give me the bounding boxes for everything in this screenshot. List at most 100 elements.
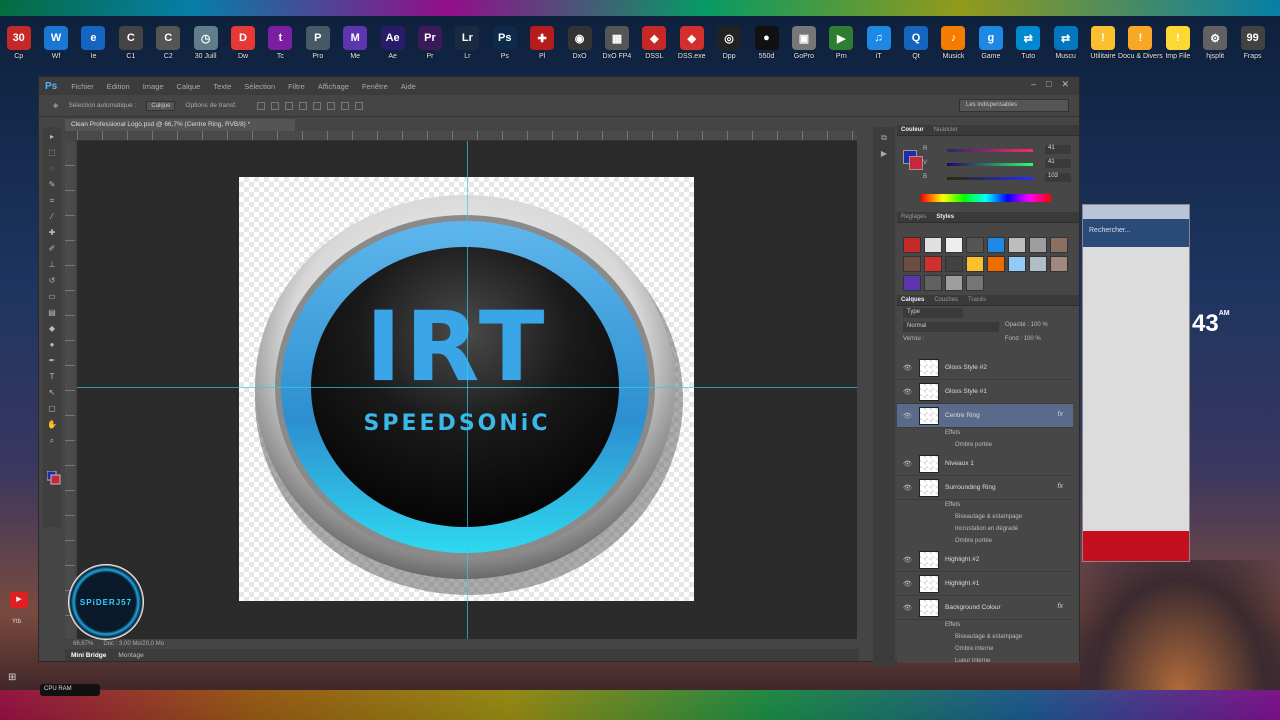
- style-swatch[interactable]: [924, 256, 942, 272]
- move-tool[interactable]: ▸: [45, 131, 59, 143]
- desktop-icon[interactable]: ⇄ Tuto: [1010, 26, 1047, 78]
- desktop-icon[interactable]: ◷ 30 Juill: [187, 26, 224, 78]
- desktop-icon[interactable]: ! Docu & Divers: [1118, 26, 1163, 78]
- tab-montage[interactable]: Montage: [118, 652, 143, 659]
- tab-reglages[interactable]: Réglages: [901, 214, 926, 220]
- tab-mini-bridge[interactable]: Mini Bridge: [71, 652, 106, 659]
- horizontal-ruler[interactable]: [77, 131, 857, 141]
- minimize-icon[interactable]: –: [1031, 79, 1036, 90]
- background-color-swatch[interactable]: [909, 156, 923, 170]
- lock-control[interactable]: Verrou :: [903, 336, 924, 342]
- blur-tool[interactable]: ◆: [45, 323, 59, 335]
- layer-effect-item[interactable]: Biseautage & estampage: [897, 512, 1073, 524]
- style-swatch[interactable]: [945, 237, 963, 253]
- layer-row[interactable]: 👁 Gloss Style #1: [897, 380, 1073, 404]
- style-swatch[interactable]: [966, 237, 984, 253]
- menu-fenetre[interactable]: Fenêtre: [362, 82, 388, 91]
- eyedropper-tool[interactable]: ⁄: [45, 211, 59, 223]
- style-swatch[interactable]: [1029, 256, 1047, 272]
- desktop-icon[interactable]: g Game: [972, 26, 1009, 78]
- style-swatch[interactable]: [1008, 256, 1026, 272]
- channel-value[interactable]: 41: [1045, 159, 1071, 168]
- red-track[interactable]: [947, 149, 1033, 152]
- dodge-tool[interactable]: ●: [45, 339, 59, 351]
- document-tab[interactable]: Clean Professional Logo.psd @ 66,7% (Cen…: [65, 119, 295, 131]
- tab-couches[interactable]: Couches: [934, 297, 958, 303]
- style-swatch[interactable]: [1050, 256, 1068, 272]
- menu-aide[interactable]: Aide: [401, 82, 416, 91]
- slider-blue[interactable]: B 103: [923, 173, 1073, 184]
- desktop-icon[interactable]: Q Qt: [897, 26, 934, 78]
- marquee-tool[interactable]: ⬚: [45, 147, 59, 159]
- zoom-tool[interactable]: ⌕: [45, 435, 59, 447]
- desktop-icon[interactable]: ♪ Musick: [935, 26, 972, 78]
- type-tool[interactable]: T: [45, 371, 59, 383]
- tab-calques[interactable]: Calques: [901, 297, 924, 303]
- pen-tool[interactable]: ✒: [45, 355, 59, 367]
- desktop-icon[interactable]: ● 550d: [748, 26, 785, 78]
- foreground-background-colors[interactable]: [46, 470, 61, 485]
- vertical-ruler[interactable]: [65, 141, 75, 641]
- layer-effect-item[interactable]: Ombre portée: [897, 440, 1073, 452]
- brush-tool[interactable]: ✐: [45, 243, 59, 255]
- zoom-level[interactable]: 66,67%: [73, 641, 93, 647]
- move-tool-icon[interactable]: ✥: [53, 102, 58, 110]
- tab-styles[interactable]: Styles: [936, 214, 954, 220]
- style-swatch[interactable]: [924, 237, 942, 253]
- desktop-icon[interactable]: ▦ DxO FP4: [598, 26, 635, 78]
- desktop-icon[interactable]: C C1: [112, 26, 149, 78]
- auto-select-dropdown[interactable]: Calque: [146, 100, 176, 111]
- desktop-icon[interactable]: ! Imp File: [1159, 26, 1196, 78]
- auto-select-checkbox-label[interactable]: Sélection automatique :: [68, 102, 136, 109]
- menu-image[interactable]: Image: [143, 82, 164, 91]
- slider-green[interactable]: V 41: [923, 159, 1073, 170]
- style-swatch[interactable]: [1008, 237, 1026, 253]
- crop-tool[interactable]: ⌗: [45, 195, 59, 207]
- opacity-value[interactable]: 100 %: [1031, 322, 1048, 328]
- healing-tool[interactable]: ✚: [45, 227, 59, 239]
- desktop-icon[interactable]: ✚ Pl: [523, 26, 560, 78]
- close-icon[interactable]: ✕: [1061, 79, 1069, 90]
- layer-fx-icon[interactable]: fx: [1058, 483, 1063, 490]
- desktop-icon[interactable]: P Pro: [299, 26, 336, 78]
- desktop-icon[interactable]: W Wf: [37, 26, 74, 78]
- style-swatch[interactable]: [966, 256, 984, 272]
- distribute-h-icon[interactable]: [354, 101, 363, 110]
- desktop-icon[interactable]: ⇄ Muscu: [1047, 26, 1084, 78]
- desktop-icon[interactable]: ◆ DSSL: [636, 26, 673, 78]
- align-right-icon[interactable]: [326, 101, 335, 110]
- shape-tool[interactable]: ▢: [45, 403, 59, 415]
- desktop-icon[interactable]: C C2: [150, 26, 187, 78]
- desktop-icon[interactable]: 99 Fraps: [1234, 26, 1271, 78]
- align-left-icon[interactable]: [298, 101, 307, 110]
- channel-value[interactable]: 103: [1045, 173, 1071, 182]
- desktop-icon[interactable]: ◉ DxO: [561, 26, 598, 78]
- menu-edition[interactable]: Edition: [107, 82, 130, 91]
- actions-panel-icon[interactable]: ▶: [878, 149, 890, 159]
- vertical-guide[interactable]: [467, 141, 468, 641]
- photoshop-window[interactable]: Ps Fichier Edition Image Calque Texte Sé…: [38, 76, 1080, 667]
- layer-effects-header[interactable]: Effets: [897, 500, 1073, 512]
- layer-effects-header[interactable]: Effets: [897, 428, 1073, 440]
- desktop-icon[interactable]: ▣ GoPro: [785, 26, 822, 78]
- style-swatch[interactable]: [987, 256, 1005, 272]
- path-select-tool[interactable]: ↖: [45, 387, 59, 399]
- layer-row[interactable]: 👁 Surrounding Ring fx: [897, 476, 1073, 500]
- tab-nuancier[interactable]: Nuancier: [934, 127, 958, 133]
- layer-row[interactable]: 👁 Niveaux 1: [897, 452, 1073, 476]
- distribute-icon[interactable]: [340, 101, 349, 110]
- hand-tool[interactable]: ✋: [45, 419, 59, 431]
- history-panel-icon[interactable]: ⧉: [878, 133, 890, 143]
- desktop-icon[interactable]: ▶ Prn: [823, 26, 860, 78]
- layer-row[interactable]: 👁 Highlight #2: [897, 548, 1073, 572]
- desktop-icon[interactable]: ♫ iT: [860, 26, 897, 78]
- channel-value[interactable]: 41: [1045, 145, 1071, 154]
- layer-effects-header[interactable]: Effets: [897, 620, 1073, 632]
- history-brush-tool[interactable]: ↺: [45, 275, 59, 287]
- layer-row[interactable]: 👁 Centre Ring fx: [897, 404, 1073, 428]
- visibility-eye-icon[interactable]: 👁: [903, 604, 912, 612]
- layer-effect-item[interactable]: Ombre interne: [897, 644, 1073, 656]
- transform-options-checkbox-label[interactable]: Options de transf.: [185, 102, 236, 109]
- eraser-tool[interactable]: ▭: [45, 291, 59, 303]
- horizontal-guide[interactable]: [77, 387, 857, 388]
